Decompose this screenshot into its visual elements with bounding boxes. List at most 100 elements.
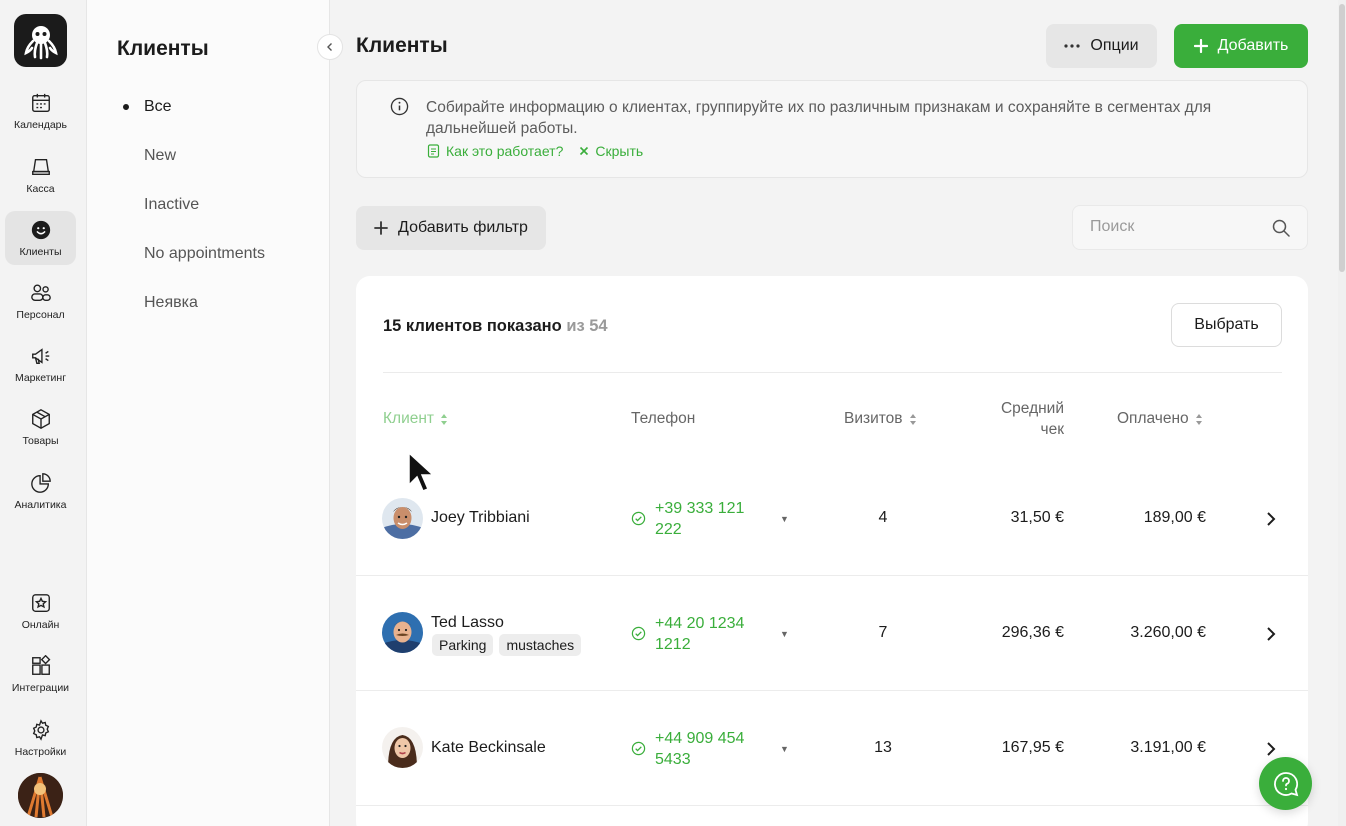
table-row[interactable]: Ted Lasso Parking mustaches +44 20 1234 …: [356, 576, 1308, 691]
nav-staff[interactable]: Персонал: [5, 274, 76, 328]
nav-online-label: Онлайн: [21, 618, 60, 631]
client-name[interactable]: Kate Beckinsale: [431, 739, 546, 757]
gear-icon: [32, 718, 49, 741]
table-row[interactable]: Kate Beckinsale +44 909 454 5433 ▼ 13 16…: [356, 691, 1308, 806]
client-avatar: [382, 498, 423, 539]
clients-count: 15 клиентов показано из 54: [383, 317, 608, 336]
hide-info-link[interactable]: Скрыть: [579, 143, 643, 159]
client-phone[interactable]: +44 909 454 5433: [655, 728, 765, 770]
octopus-logo-icon[interactable]: [14, 14, 67, 67]
segments-sidebar: Клиенты Все New Inactive No appointments…: [87, 0, 330, 826]
chevron-right-icon[interactable]: [1264, 511, 1278, 527]
segment-inactive[interactable]: Inactive: [144, 196, 199, 214]
add-button-label: Добавить: [1217, 37, 1289, 54]
nav-calendar[interactable]: Календарь: [5, 84, 76, 138]
nav-settings-label: Настройки: [14, 745, 67, 758]
segment-new[interactable]: New: [144, 147, 176, 165]
column-header-client[interactable]: Клиент: [383, 410, 448, 428]
active-segment-dot-icon: [123, 104, 129, 110]
nav-cash-label: Касса: [26, 182, 55, 195]
sort-icon: [441, 413, 448, 425]
search-input[interactable]: [1090, 218, 1270, 236]
column-header-paid[interactable]: Оплачено: [1117, 410, 1203, 428]
pie-chart-icon: [30, 472, 51, 493]
collapse-sidebar-button[interactable]: [317, 34, 343, 60]
client-name[interactable]: Joey Tribbiani: [431, 509, 530, 527]
column-paid-label: Оплачено: [1117, 410, 1189, 427]
client-phone-line2: 5433: [655, 751, 691, 768]
client-phone-line1: +44 909 454: [655, 730, 745, 747]
page-title: Клиенты: [356, 34, 448, 57]
info-text: Собирайте информацию о клиентах, группир…: [426, 99, 1212, 137]
help-chat-button[interactable]: [1259, 757, 1312, 810]
client-phone[interactable]: +39 333 121 222: [655, 498, 765, 540]
nav-cash[interactable]: Касса: [5, 148, 76, 202]
client-visits: 7: [878, 624, 888, 641]
client-phone[interactable]: +44 20 1234 1212: [655, 613, 765, 655]
main-nav-rail: Календарь Касса Клиенты Персонал Маркети…: [0, 0, 87, 826]
smile-icon: [31, 220, 50, 239]
phone-dropdown-caret-icon[interactable]: ▼: [780, 744, 789, 754]
verified-check-icon: [631, 511, 646, 526]
nav-integrations-label: Интеграции: [11, 681, 70, 694]
megaphone-icon: [31, 347, 49, 364]
sort-icon: [1195, 413, 1202, 425]
client-visits: 13: [874, 739, 892, 756]
segment-no-appointments[interactable]: No appointments: [144, 245, 265, 263]
search-box: [1072, 205, 1308, 250]
client-visits: 4: [878, 509, 888, 526]
clients-table-card: 15 клиентов показано из 54 Выбрать Клиен…: [356, 276, 1308, 826]
add-client-button[interactable]: Добавить: [1174, 24, 1308, 68]
column-client-label: Клиент: [383, 410, 435, 427]
nav-products-label: Товары: [22, 434, 59, 447]
table-row[interactable]: Joey Tribbiani +39 333 121 222 ▼ 4 31,50…: [356, 461, 1308, 576]
nav-clients[interactable]: Клиенты: [5, 211, 76, 265]
how-it-works-link[interactable]: Как это работает?: [427, 143, 563, 159]
column-visits-label: Визитов: [844, 410, 903, 427]
more-dots-icon: [1064, 44, 1081, 48]
segments-title: Клиенты: [117, 37, 209, 60]
nav-integrations[interactable]: Интеграции: [5, 647, 76, 701]
box-icon: [31, 408, 50, 429]
user-avatar[interactable]: [18, 773, 63, 818]
search-icon[interactable]: [1272, 219, 1290, 237]
phone-dropdown-caret-icon[interactable]: ▼: [780, 629, 789, 639]
info-icon: [390, 97, 409, 116]
segment-all[interactable]: Все: [144, 98, 172, 116]
divider: [383, 372, 1282, 373]
select-button[interactable]: Выбрать: [1171, 303, 1282, 347]
page-scrollbar[interactable]: [1339, 4, 1345, 272]
client-paid: 189,00 €: [1143, 509, 1206, 526]
question-bubble-icon: [1273, 771, 1298, 796]
column-header-average-check: Средний чек: [986, 398, 1064, 440]
chevron-right-icon[interactable]: [1264, 626, 1278, 642]
mouse-cursor-icon: [408, 452, 434, 492]
client-paid: 3.260,00 €: [1130, 624, 1206, 641]
nav-staff-label: Персонал: [16, 308, 65, 321]
nav-online[interactable]: Онлайн: [5, 584, 76, 638]
close-icon: [580, 146, 589, 156]
nav-clients-label: Клиенты: [19, 245, 62, 258]
nav-analytics[interactable]: Аналитика: [5, 464, 76, 518]
document-icon: [427, 144, 440, 158]
column-header-visits[interactable]: Визитов: [844, 410, 917, 428]
nav-analytics-label: Аналитика: [14, 498, 67, 511]
client-avatar: [382, 727, 423, 768]
clients-shown-count: 15 клиентов показано: [383, 317, 562, 335]
nav-products[interactable]: Товары: [5, 400, 76, 454]
client-phone-line2: 1212: [655, 636, 691, 653]
column-phone-label: Телефон: [631, 410, 696, 427]
nav-marketing-label: Маркетинг: [14, 371, 67, 384]
nav-settings[interactable]: Настройки: [5, 711, 76, 765]
nav-marketing[interactable]: Маркетинг: [5, 337, 76, 391]
add-filter-button[interactable]: Добавить фильтр: [356, 206, 546, 250]
segment-no-show[interactable]: Неявка: [144, 294, 198, 312]
options-button[interactable]: Опции: [1046, 24, 1157, 68]
phone-dropdown-caret-icon[interactable]: ▼: [780, 514, 789, 524]
client-name[interactable]: Ted Lasso: [431, 614, 504, 632]
calendar-icon: [31, 93, 50, 112]
chevron-right-icon[interactable]: [1264, 741, 1278, 757]
add-filter-label: Добавить фильтр: [398, 219, 528, 236]
client-avatar: [382, 612, 423, 653]
column-header-phone: Телефон: [631, 410, 695, 428]
